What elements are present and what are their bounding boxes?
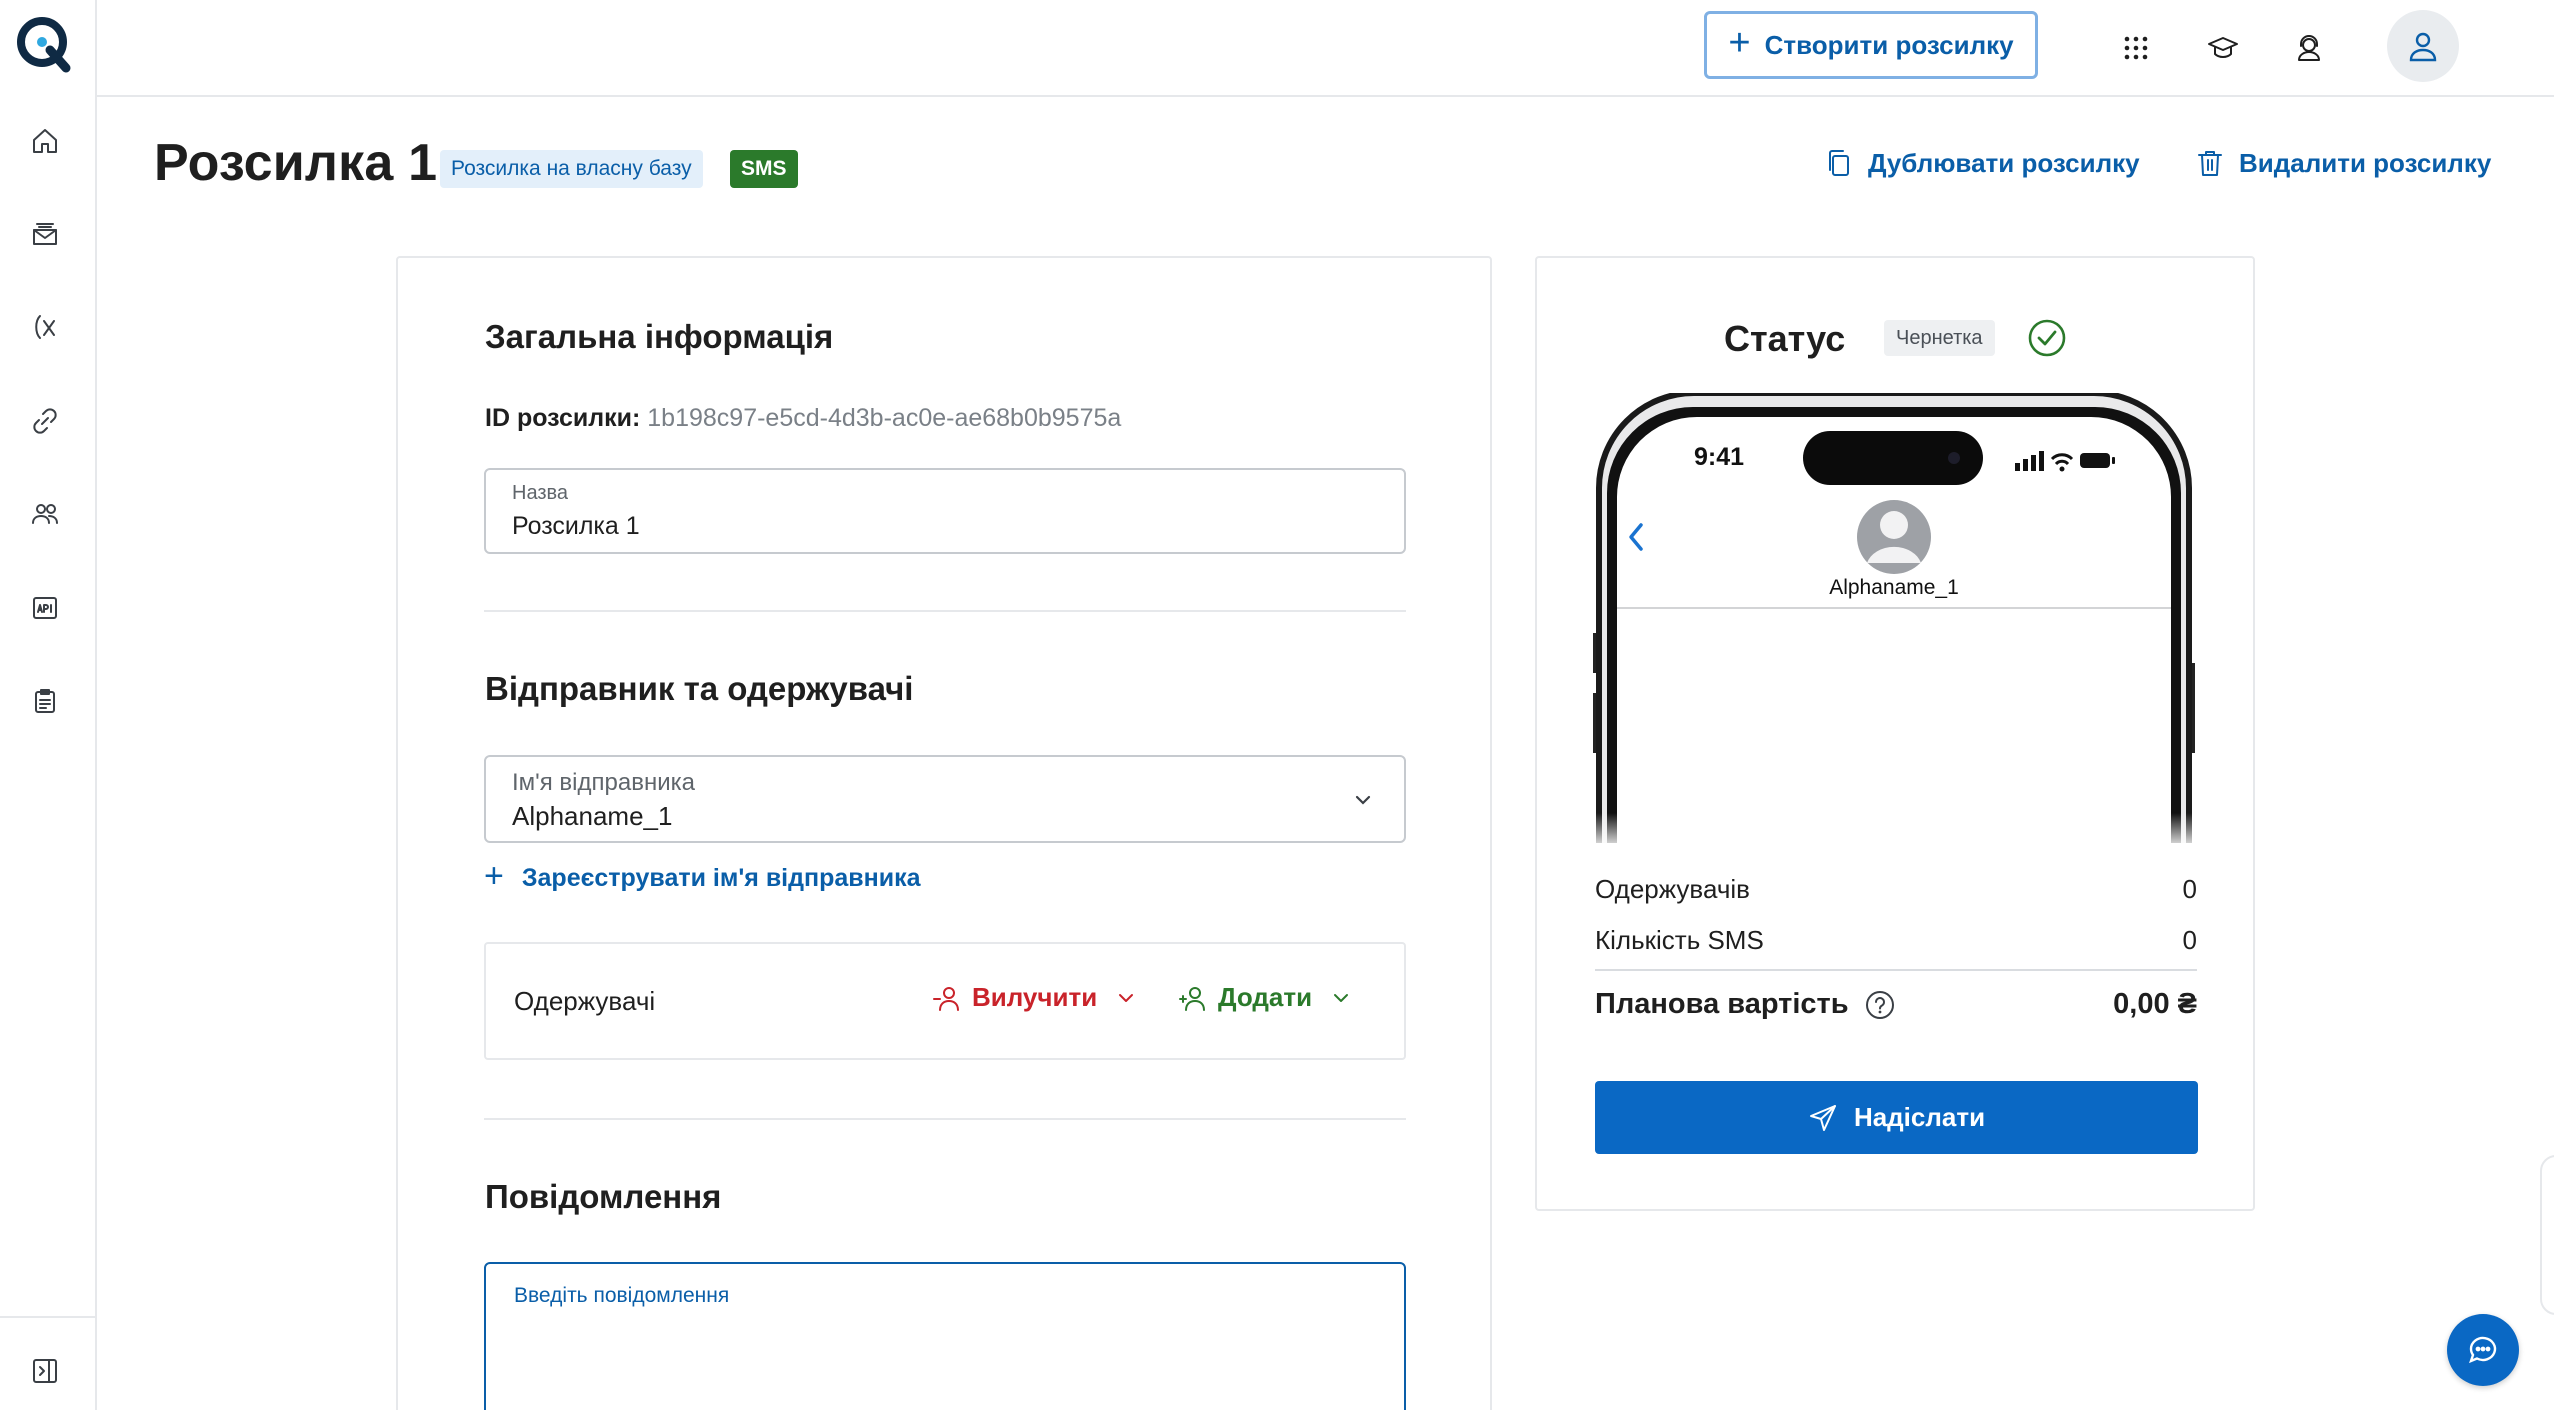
chat-button[interactable]	[2447, 1314, 2519, 1386]
phone-time: 9:41	[1694, 443, 1745, 471]
divider	[484, 610, 1406, 612]
sender-recipients-title: Відправник та одержувачі	[485, 670, 914, 707]
divider	[484, 1118, 1406, 1120]
phone-fade	[1593, 813, 2195, 843]
clipboard-icon[interactable]	[24, 680, 66, 722]
recipients-count-label: Одержувачів	[1595, 874, 1750, 904]
sidebar-collapse-icon[interactable]	[24, 1350, 66, 1392]
trash-icon	[2198, 151, 2222, 176]
home-icon[interactable]	[24, 120, 66, 162]
phone-frame	[1593, 393, 2195, 843]
exclude-label: Вилучити	[972, 982, 1098, 1012]
api-icon[interactable]	[24, 587, 66, 629]
user-icon	[2409, 32, 2437, 62]
delete-campaign-button[interactable]: Видалити розсилку	[2195, 143, 2491, 183]
own-base-badge: Розсилка на власну базу	[440, 150, 703, 188]
recipients-label: Одержувачі	[514, 986, 656, 1016]
app: + Створити розсилку Розсилка 1 Розсилка …	[0, 0, 2554, 1410]
duplicate-label: Дублювати розсилку	[1868, 147, 2140, 178]
users-icon[interactable]	[24, 493, 66, 535]
create-campaign-button[interactable]: + Створити розсилку	[1704, 11, 2038, 79]
link-icon[interactable]	[24, 400, 66, 442]
apps-grid-icon[interactable]	[2114, 26, 2158, 70]
sms-count-value: 0	[2182, 925, 2197, 955]
campaign-id-label: ID розсилки:	[485, 404, 641, 432]
send-icon	[1809, 1104, 1836, 1131]
create-campaign-label: Створити розсилку	[1764, 29, 2014, 60]
planned-cost-value: 0,00 ₴	[2113, 988, 2197, 1020]
message-title: Повідомлення	[485, 1178, 722, 1215]
campaign-form-card: Загальна інформація ID розсилки: 1b198c9…	[396, 256, 1492, 1410]
side-panel-tab[interactable]	[2540, 1155, 2554, 1315]
register-sender-link[interactable]: + Зареєструвати ім'я відправника	[484, 859, 921, 893]
recipients-count-value: 0	[2182, 874, 2197, 904]
campaign-name-value[interactable]: Розсилка 1	[512, 512, 640, 541]
chat-icon	[2469, 1336, 2497, 1364]
plus-icon: +	[1728, 22, 1751, 64]
graduation-cap-icon[interactable]	[2201, 26, 2245, 70]
planned-cost-row: Планова вартість 0,00 ₴	[1595, 988, 2197, 1021]
logo[interactable]	[14, 14, 76, 76]
general-info-title: Загальна інформація	[485, 318, 834, 355]
recipients-box: Одержувачі Вилучити Додати	[484, 942, 1406, 1060]
user-minus-icon	[933, 986, 959, 1011]
delete-label: Видалити розсилку	[2239, 147, 2492, 178]
user-plus-icon	[1179, 986, 1205, 1011]
campaign-name-field[interactable]: Назва Розсилка 1	[484, 468, 1406, 554]
divider	[1595, 969, 2197, 971]
status-card: Статус Чернетка 9:41 Alphaname_1 Одержув…	[1535, 256, 2255, 1211]
mailbox-icon[interactable]	[24, 213, 66, 255]
topbar: + Створити розсилку	[97, 0, 2554, 97]
user-avatar[interactable]	[2387, 10, 2459, 82]
register-sender-label: Зареєструвати ім'я відправника	[521, 863, 921, 892]
message-input[interactable]	[486, 1264, 1404, 1410]
add-label: Додати	[1218, 982, 1313, 1012]
sidebar	[0, 0, 97, 1410]
send-label: Надіслати	[1853, 1102, 1986, 1132]
phone-contact-name: Alphaname_1	[1829, 576, 1959, 599]
sender-name-select[interactable]: Ім'я відправника Alphaname_1	[484, 755, 1406, 843]
sms-count-row: Кількість SMS 0	[1595, 925, 2197, 956]
duplicate-campaign-button[interactable]: Дублювати розсилку	[1824, 143, 2140, 183]
status-title: Статус	[1724, 318, 1846, 359]
check-circle-icon	[2028, 319, 2066, 357]
copy-icon	[1829, 150, 1849, 176]
chevron-down-icon	[1334, 993, 1349, 1002]
sms-count-label: Кількість SMS	[1595, 925, 1764, 955]
exclude-recipients-button[interactable]: Вилучити	[932, 982, 1137, 1013]
chevron-down-icon	[1355, 795, 1371, 805]
plus-icon: +	[484, 857, 504, 895]
chevron-down-icon	[1119, 993, 1134, 1002]
campaign-id-value: 1b198c97-e5cd-4d3b-ac0e-ae68b0b9575a	[647, 404, 1122, 432]
variable-icon[interactable]	[24, 306, 66, 348]
campaign-id-row: ID розсилки: 1b198c97-e5cd-4d3b-ac0e-ae6…	[485, 404, 1121, 433]
sender-name-value: Alphaname_1	[512, 801, 673, 831]
support-agent-icon[interactable]	[2287, 26, 2331, 70]
message-field[interactable]	[484, 1262, 1406, 1410]
recipients-count-row: Одержувачів 0	[1595, 874, 2197, 905]
send-button[interactable]: Надіслати	[1595, 1081, 2198, 1154]
planned-cost-label: Планова вартість	[1595, 988, 1849, 1020]
sender-name-label: Ім'я відправника	[512, 769, 695, 796]
campaign-name-label: Назва	[512, 482, 569, 504]
help-icon[interactable]	[1865, 990, 1895, 1020]
status-badge: Чернетка	[1884, 320, 1995, 356]
add-recipients-button[interactable]: Додати	[1178, 982, 1352, 1013]
phone-preview: 9:41 Alphaname_1	[1593, 393, 2195, 843]
sidebar-divider	[0, 1316, 97, 1318]
page-title: Розсилка 1	[154, 134, 438, 192]
channel-badge: SMS	[730, 150, 798, 188]
